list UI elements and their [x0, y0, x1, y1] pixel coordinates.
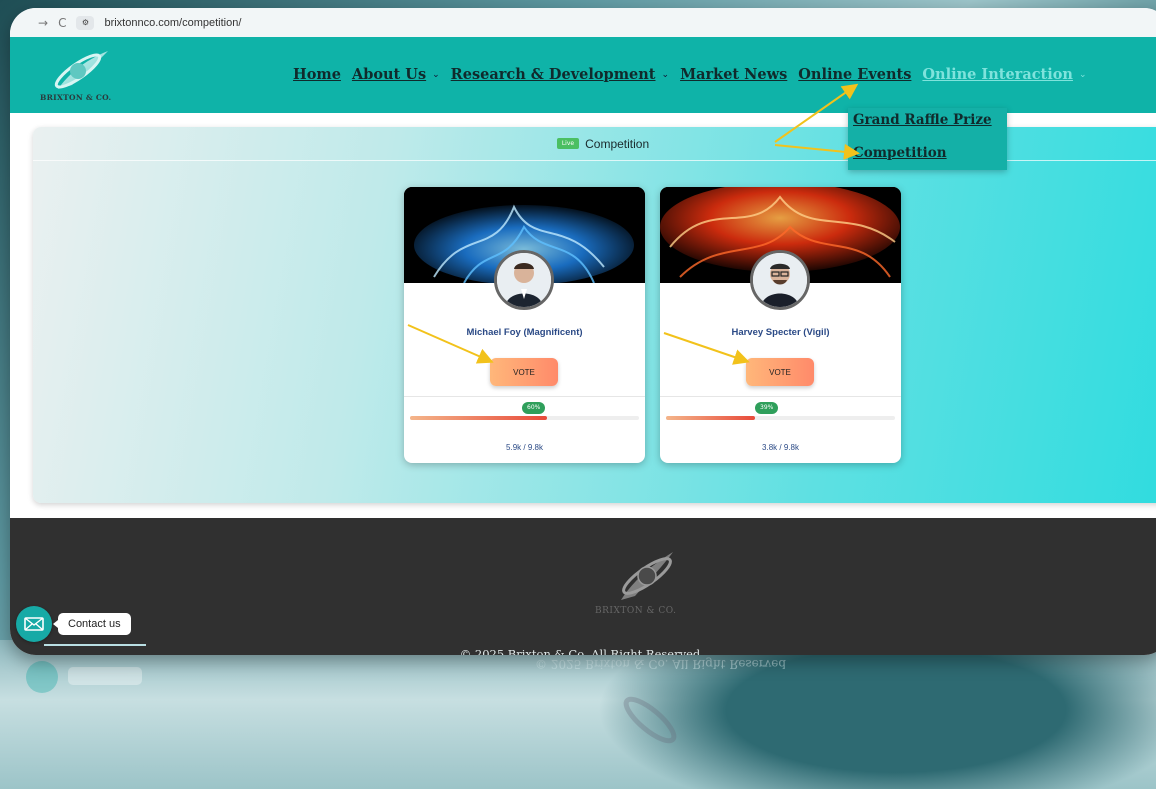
address-bar: → C ⚙ brixtonnco.com/competition/: [10, 8, 1156, 37]
candidate-name: Harvey Specter (Vigil): [731, 327, 830, 338]
mail-icon: [24, 617, 44, 631]
competition-panel: Live Competition Michael Foy (Magnificen…: [33, 127, 1156, 503]
progress-fill: [410, 416, 548, 420]
avatar: [750, 250, 810, 310]
divider: [660, 396, 901, 397]
site-logo[interactable]: BRIXTON & CO.: [38, 47, 128, 105]
dropdown-item-competition[interactable]: Competition: [853, 145, 947, 161]
footer-logo: BRIXTON & CO.: [595, 546, 687, 616]
contact-button[interactable]: [16, 606, 52, 642]
contact-underline: [44, 644, 146, 646]
candidate-name: Michael Foy (Magnificent): [466, 327, 583, 338]
online-interaction-dropdown: Grand Raffle Prize Competition: [848, 108, 1007, 170]
vote-button[interactable]: VOTE: [490, 358, 558, 386]
nav-about-us[interactable]: About Us: [352, 66, 426, 83]
planet-logo-icon: [54, 51, 108, 89]
vote-count: 5.9k / 9.8k: [506, 443, 543, 452]
nav-home[interactable]: Home: [293, 66, 341, 83]
nav-research-development[interactable]: Research & Development: [451, 66, 656, 83]
contact-label[interactable]: Contact us: [53, 613, 131, 635]
progress-fill: [666, 416, 756, 420]
site-info-icon[interactable]: ⚙: [76, 15, 95, 30]
progress-bar: [410, 416, 639, 420]
progress-bar: [666, 416, 895, 420]
copyright: © 2025 Brixton & Co. All Right Reserved: [459, 647, 701, 655]
chevron-down-icon[interactable]: ⌄: [662, 70, 670, 80]
reload-icon[interactable]: C: [58, 16, 66, 30]
site-header: BRIXTON & CO. Home About Us ⌄ Research &…: [10, 37, 1156, 113]
main-nav: Home About Us ⌄ Research & Development ⌄…: [293, 66, 1087, 83]
main-content: Live Competition Michael Foy (Magnificen…: [10, 113, 1156, 518]
dropdown-item-grand-raffle-prize[interactable]: Grand Raffle Prize: [853, 112, 992, 128]
planet-logo-icon: [621, 552, 673, 600]
divider: [404, 396, 645, 397]
page-title: Competition: [585, 136, 650, 151]
vote-count: 3.8k / 9.8k: [762, 443, 799, 452]
nav-market-news[interactable]: Market News: [680, 66, 787, 83]
percent-badge: 39%: [755, 402, 779, 414]
logo-text: BRIXTON & CO.: [40, 93, 112, 102]
url-text[interactable]: brixtonnco.com/competition/: [104, 17, 241, 29]
nav-online-interaction[interactable]: Online Interaction: [922, 66, 1073, 83]
browser-window: → C ⚙ brixtonnco.com/competition/ BRIXTO…: [10, 8, 1156, 655]
site-footer: BRIXTON & CO. © 2025 Brixton & Co. All R…: [10, 518, 1156, 655]
vote-button[interactable]: VOTE: [746, 358, 814, 386]
chevron-down-icon[interactable]: ⌄: [432, 70, 440, 80]
candidate-card: Harvey Specter (Vigil) VOTE 39% 3.8k / 9…: [660, 187, 901, 463]
nav-online-events[interactable]: Online Events: [798, 66, 911, 83]
chevron-down-icon[interactable]: ⌄: [1079, 70, 1087, 80]
forward-icon[interactable]: →: [38, 16, 48, 30]
footer-logo-text: BRIXTON & CO.: [595, 606, 677, 616]
avatar: [494, 250, 554, 310]
percent-badge: 60%: [522, 402, 546, 414]
live-badge: Live: [556, 138, 580, 149]
candidate-card: Michael Foy (Magnificent) VOTE 60% 5.9k …: [404, 187, 645, 463]
